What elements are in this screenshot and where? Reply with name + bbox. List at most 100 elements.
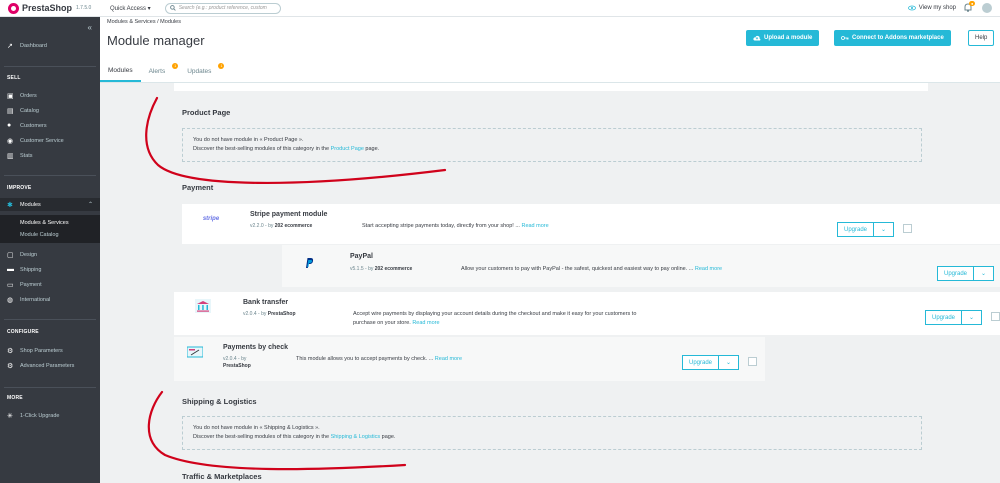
tab-modules[interactable]: Modules: [100, 60, 141, 82]
sidebar-section-configure: CONFIGURE: [7, 329, 39, 335]
prestashop-logo-icon: [8, 2, 19, 14]
quick-access-menu[interactable]: Quick Access ▾: [110, 5, 151, 12]
module-description: Allow your customers to pay with PayPal …: [461, 265, 722, 274]
stripe-logo-icon: stripe: [202, 216, 220, 222]
sidebar-divider: [4, 387, 96, 388]
sidebar-item-catalog[interactable]: ▤ Catalog: [7, 107, 39, 115]
module-name: PayPal: [350, 253, 373, 260]
sidebar-section-more: MORE: [7, 395, 23, 401]
chevron-down-icon[interactable]: ⌄: [874, 222, 895, 237]
version-label: 1.7.5.0: [76, 5, 92, 11]
read-more-link[interactable]: Read more: [435, 356, 462, 362]
connect-addons-button[interactable]: Connect to Addons marketplace: [834, 30, 951, 46]
bank-icon: [194, 298, 212, 314]
sidebar-item-design[interactable]: ▢ Design: [7, 251, 37, 259]
cloud-upload-icon: [753, 35, 761, 41]
sidebar-divider: [4, 319, 96, 320]
sidebar-item-stats[interactable]: ▥ Stats: [7, 152, 33, 160]
read-more-link[interactable]: Read more: [412, 320, 439, 326]
sidebar-subitem-module-catalog[interactable]: Module Catalog: [20, 232, 59, 238]
collapse-sidebar-icon[interactable]: «: [88, 23, 92, 32]
module-meta: v2.0.4 - by PrestaShop: [223, 356, 251, 370]
module-name: Stripe payment module: [250, 211, 328, 218]
sidebar-section-sell: SELL: [7, 75, 21, 81]
module-checkbox[interactable]: [991, 312, 1000, 321]
screen: PrestaShop 1.7.5.0 Quick Access ▾ Search…: [0, 0, 1000, 483]
design-icon: ▢: [7, 252, 14, 259]
sidebar-subitem-modules-services[interactable]: Modules & Services: [20, 220, 69, 226]
sidebar-item-advanced-parameters[interactable]: ⚙ Advanced Parameters: [7, 362, 74, 370]
upload-module-button[interactable]: Upload a module: [746, 30, 820, 46]
sidebar-item-dashboard[interactable]: ↗ Dashboard: [7, 42, 47, 50]
module-action-group: Upgrade ⌄: [925, 310, 983, 325]
module-checkbox[interactable]: [748, 357, 757, 366]
settings-icon: ⚙: [7, 363, 14, 370]
sidebar-item-customers[interactable]: ● Customers: [7, 122, 47, 129]
gear-icon: ⚙: [7, 348, 14, 355]
updates-badge: 1: [218, 63, 225, 69]
search-input[interactable]: Search (e.g.: product reference, custom: [164, 2, 281, 14]
empty-category-box: You do not have module in « Shipping & L…: [182, 416, 922, 450]
tab-label: Modules: [108, 66, 133, 74]
sidebar-item-orders[interactable]: ▣ Orders: [7, 92, 37, 100]
view-shop-link[interactable]: View my shop: [907, 5, 956, 11]
sidebar-item-label: Advanced Parameters: [20, 363, 75, 369]
discover-text: Discover the best-selling modules of thi…: [193, 146, 331, 152]
notifications-badge-icon: ●: [969, 1, 976, 6]
button-label: Connect to Addons marketplace: [852, 35, 944, 41]
sidebar-item-customer-service[interactable]: ◉ Customer Service: [7, 137, 64, 145]
module-version: v2.0.4 - by: [223, 356, 247, 362]
sidebar-item-payment[interactable]: ▭ Payment: [7, 281, 42, 289]
module-checkbox[interactable]: [903, 224, 912, 233]
chevron-down-icon[interactable]: ⌄: [974, 266, 995, 281]
chevron-down-icon[interactable]: ⌄: [962, 310, 983, 325]
orders-icon: ▣: [7, 93, 14, 100]
upgrade-icon: ✳: [7, 413, 13, 420]
brand-name: PrestaShop: [22, 3, 73, 13]
breadcrumb[interactable]: Modules & Services / Modules: [107, 19, 181, 25]
help-button[interactable]: Help: [968, 30, 995, 46]
brand-logo[interactable]: PrestaShop 1.7.5.0: [8, 2, 100, 14]
main-content: Product Page You do not have module in «…: [100, 83, 1000, 483]
module-row-paypal[interactable]: PayPal v5.1.5 - by 202 ecommerce Allow y…: [282, 245, 1000, 287]
catalog-icon: ▤: [7, 108, 14, 115]
read-more-link[interactable]: Read more: [695, 266, 722, 272]
chevron-down-icon[interactable]: ⌄: [719, 355, 740, 370]
page-title: Module manager: [107, 33, 205, 48]
upgrade-button[interactable]: Upgrade: [925, 310, 963, 325]
module-description: Start accepting stripe payments today, d…: [362, 222, 549, 231]
module-version: v2.0.4 - by: [243, 311, 268, 317]
sidebar-item-label: International: [20, 297, 51, 303]
module-version: v2.2.0 - by: [250, 223, 275, 229]
sidebar-item-1-click-upgrade[interactable]: ✳ 1-Click Upgrade: [7, 412, 59, 420]
module-row-bank-transfer[interactable]: Bank transfer v2.0.4 - by PrestaShop Acc…: [174, 292, 1000, 335]
module-description: This module allows you to accept payment…: [296, 355, 462, 364]
module-row-payments-by-check[interactable]: Payments by check v2.0.4 - by PrestaShop …: [174, 337, 765, 381]
sidebar-item-label: Payment: [20, 282, 42, 288]
product-page-link[interactable]: Product Page: [331, 146, 364, 152]
sidebar-item-shipping[interactable]: ▬ Shipping: [7, 266, 41, 273]
tab-label: Alerts: [148, 67, 166, 75]
discover-text: page.: [363, 146, 380, 152]
read-more-link[interactable]: Read more: [521, 223, 548, 229]
upgrade-button[interactable]: Upgrade: [937, 266, 975, 281]
sidebar-item-modules[interactable]: ✱ Modules: [7, 201, 41, 209]
upgrade-button[interactable]: Upgrade: [837, 222, 875, 237]
module-row-stripe[interactable]: stripe Stripe payment module v2.2.0 - by…: [182, 204, 1000, 244]
description-text: Allow your customers to pay with PayPal …: [461, 266, 695, 272]
notifications-button[interactable]: ●: [964, 1, 976, 13]
upgrade-button[interactable]: Upgrade: [682, 355, 720, 370]
sidebar-item-label: Customers: [20, 122, 47, 129]
sidebar-item-international[interactable]: ◍ International: [7, 296, 50, 304]
discover-text: Discover the best-selling modules of thi…: [193, 434, 331, 440]
chat-icon: ◉: [7, 138, 14, 145]
category-title-payment: Payment: [182, 183, 214, 192]
top-right-actions: View my shop ●: [907, 1, 992, 13]
credit-card-icon: ▭: [7, 282, 14, 289]
shipping-logistics-link[interactable]: Shipping & Logistics: [331, 434, 381, 440]
module-description: Accept wire payments by displaying your …: [353, 310, 636, 328]
sidebar-item-shop-parameters[interactable]: ⚙ Shop Parameters: [7, 347, 63, 355]
profile-avatar[interactable]: [982, 3, 992, 13]
tab-alerts[interactable]: Alerts 1: [141, 60, 180, 82]
tab-updates[interactable]: Updates 1: [179, 60, 225, 82]
